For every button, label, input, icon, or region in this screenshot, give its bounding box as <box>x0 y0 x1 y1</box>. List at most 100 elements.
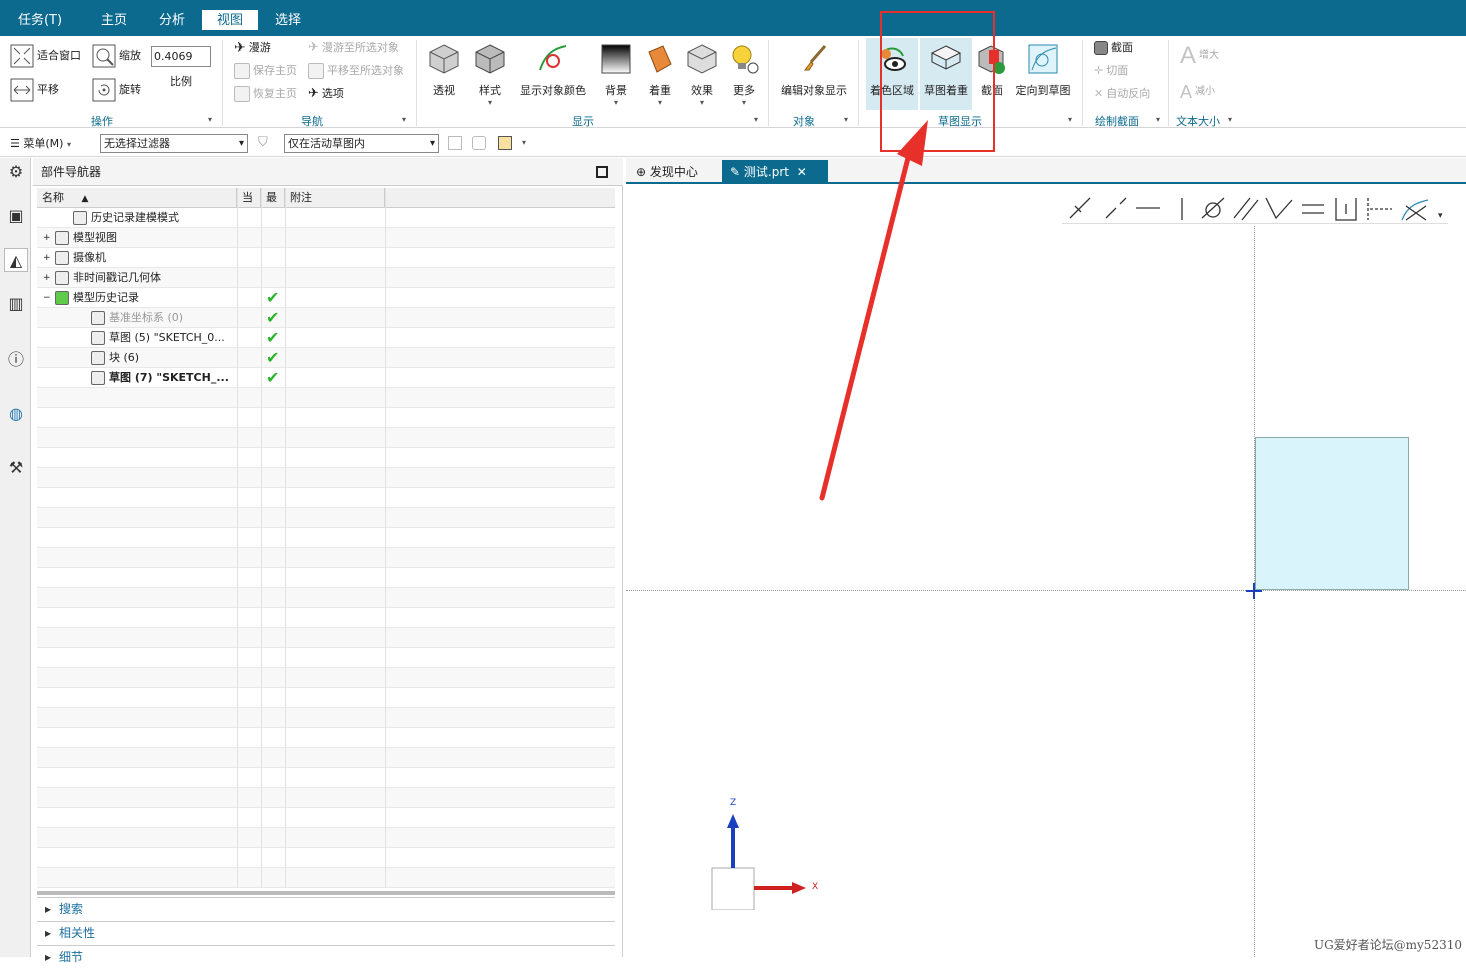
expand-toggle-icon[interactable]: + <box>43 228 51 248</box>
select-all-icon[interactable] <box>448 136 462 150</box>
deselect-icon[interactable] <box>472 136 486 150</box>
menu-button-label: 菜单(M) <box>23 137 64 150</box>
fixed-icon[interactable] <box>1367 198 1392 220</box>
display-constraints-icon[interactable] <box>1401 199 1429 221</box>
draw-section-expand-icon[interactable]: ▾ <box>1156 115 1160 124</box>
column-header-latest[interactable]: 最 <box>261 188 285 208</box>
filter-icon[interactable]: ⛉ <box>258 135 268 150</box>
background-button[interactable]: 背景 ▾ <box>592 38 640 110</box>
expand-toggle-icon[interactable]: + <box>43 248 51 268</box>
more-dropdown-icon: ▾ <box>741 98 746 107</box>
fit-window-button[interactable]: 适合窗口 <box>10 44 81 68</box>
equal-length-icon[interactable] <box>1302 204 1324 214</box>
operation-expand-icon[interactable]: ▾ <box>208 115 212 124</box>
display-expand-icon[interactable]: ▾ <box>754 115 758 124</box>
pan-button[interactable]: 平移 <box>10 78 59 102</box>
table-row[interactable]: 历史记录建模模式 <box>37 208 615 228</box>
draw-section-label: 截面 <box>1111 41 1133 54</box>
panel-dependencies[interactable]: 相关性 <box>37 921 615 944</box>
text-size-expand-icon[interactable]: ▾ <box>1228 115 1232 124</box>
table-row[interactable]: 草图 (5) "SKETCH_0... ✔ <box>37 328 615 348</box>
snap-dropdown-icon[interactable]: ▾ <box>522 138 526 147</box>
table-row[interactable]: 基准坐标系 (0) ✔ <box>37 308 615 328</box>
tools-icon[interactable]: ⚒ <box>4 456 28 480</box>
fly-button[interactable]: ✈ 漫游 <box>234 38 271 58</box>
table-row <box>37 408 615 428</box>
panel-splitter[interactable] <box>37 891 615 895</box>
column-header-current[interactable]: 当 <box>237 188 261 208</box>
tab-tasks[interactable]: 任务(T) <box>8 10 72 32</box>
table-row[interactable]: 块 (6) ✔ <box>37 348 615 368</box>
table-row[interactable]: − 模型历史记录 ✔ <box>37 288 615 308</box>
point-on-curve-icon[interactable] <box>1105 197 1127 219</box>
text-decrease-label: 减小 <box>1195 86 1216 97</box>
parallel-icon[interactable] <box>1233 197 1259 221</box>
perspective-label: 透视 <box>433 84 455 97</box>
table-row <box>37 608 615 628</box>
group-label-operation: 操作 <box>91 115 113 128</box>
datum-csys-icon <box>91 311 105 325</box>
table-row[interactable]: + 摄像机 <box>37 248 615 268</box>
tab-home[interactable]: 主页 <box>88 10 140 32</box>
web-browser-icon[interactable]: ◍ <box>4 402 28 426</box>
sketch-display-expand-icon[interactable]: ▾ <box>1068 115 1072 124</box>
menu-dropdown-icon: ▾ <box>66 140 71 149</box>
tab-view[interactable]: 视图 <box>202 10 258 32</box>
rotate-icon <box>92 78 116 102</box>
perspective-button[interactable]: 透视 <box>420 38 468 110</box>
part-navigator-icon[interactable]: ◭ <box>4 248 28 272</box>
expand-toggle-icon[interactable]: + <box>43 268 51 288</box>
coincident-icon[interactable] <box>1069 197 1091 219</box>
sketch-rectangle[interactable] <box>1255 437 1409 590</box>
table-row[interactable]: + 模型视图 <box>37 228 615 248</box>
tree-node-label: 草图 (5) "SKETCH_0... <box>109 331 225 344</box>
table-row[interactable]: 草图 (7) "SKETCH_... ✔ <box>37 368 615 388</box>
column-header-name[interactable]: 名称 ▲ <box>37 188 237 208</box>
gear-icon[interactable]: ⚙ <box>4 160 28 184</box>
text-increase-label: 增大 <box>1199 50 1220 61</box>
history-icon[interactable]: ⓘ <box>4 348 28 372</box>
constraint-toolbar-dropdown-icon[interactable]: ▾ <box>1438 211 1443 221</box>
draw-section-button[interactable]: 截面 <box>1094 38 1133 58</box>
style-button[interactable]: 样式 ▾ <box>466 38 514 110</box>
auto-reverse-button: ✕ 自动反向 <box>1094 84 1150 104</box>
scale-input[interactable]: 0.4069 <box>151 46 211 67</box>
tab-discovery-center[interactable]: ⊕ 发现中心 <box>628 160 706 184</box>
assembly-navigator-icon[interactable]: ▣ <box>4 204 28 228</box>
maximize-icon[interactable] <box>596 166 608 178</box>
orient-to-sketch-button[interactable]: 定向到草图 <box>1012 38 1074 110</box>
midpoint-icon[interactable] <box>1335 198 1357 221</box>
edit-object-display-button[interactable]: 编辑对象显示 <box>776 38 852 110</box>
show-object-color-button[interactable]: 显示对象颜色 <box>516 38 590 110</box>
selection-filter-select[interactable]: 无选择过滤器 <box>100 134 248 153</box>
tab-select[interactable]: 选择 <box>262 10 314 32</box>
navigation-expand-icon[interactable]: ▾ <box>402 115 406 124</box>
panel-search[interactable]: 搜索 <box>37 897 615 920</box>
column-header-notes[interactable]: 附注 <box>285 188 385 208</box>
up-to-date-check-icon: ✔ <box>266 348 280 367</box>
graphics-window[interactable]: ▾ Z X UG爱好者论坛@my52310 <box>626 186 1466 957</box>
rotate-button[interactable]: 旋转 <box>92 78 141 102</box>
tab-analysis[interactable]: 分析 <box>146 10 198 32</box>
tree-node-label: 基准坐标系 (0) <box>109 311 184 324</box>
tangent-icon[interactable] <box>1201 197 1225 219</box>
expand-toggle-icon[interactable]: − <box>43 288 51 308</box>
table-row <box>37 648 615 668</box>
constraint-navigator-icon[interactable]: ▥ <box>4 292 28 316</box>
tab-discovery-label: 发现中心 <box>649 165 698 179</box>
more-button[interactable]: 更多 ▾ <box>720 38 768 110</box>
menu-button[interactable]: ☰ 菜单(M) ▾ <box>10 135 71 151</box>
panel-details[interactable]: 细节 <box>37 945 615 968</box>
table-row[interactable]: + 非时间戳记几何体 <box>37 268 615 288</box>
block-icon <box>91 351 105 365</box>
watermark: UG爱好者论坛@my52310 <box>1313 938 1462 952</box>
constraint-icons: ▾ <box>1069 197 1443 221</box>
zoom-button[interactable]: 缩放 <box>92 44 141 68</box>
perpendicular-icon[interactable] <box>1265 197 1293 220</box>
shading-button[interactable]: 着重 ▾ <box>636 38 684 110</box>
snap-point-icon[interactable] <box>498 136 512 150</box>
background-dropdown-icon: ▾ <box>613 98 618 107</box>
effects-button[interactable]: 效果 ▾ <box>678 38 726 110</box>
nav-options-button[interactable]: ✈ 选项 <box>308 84 344 104</box>
selection-scope-select[interactable]: 仅在活动草图内 <box>284 134 439 153</box>
